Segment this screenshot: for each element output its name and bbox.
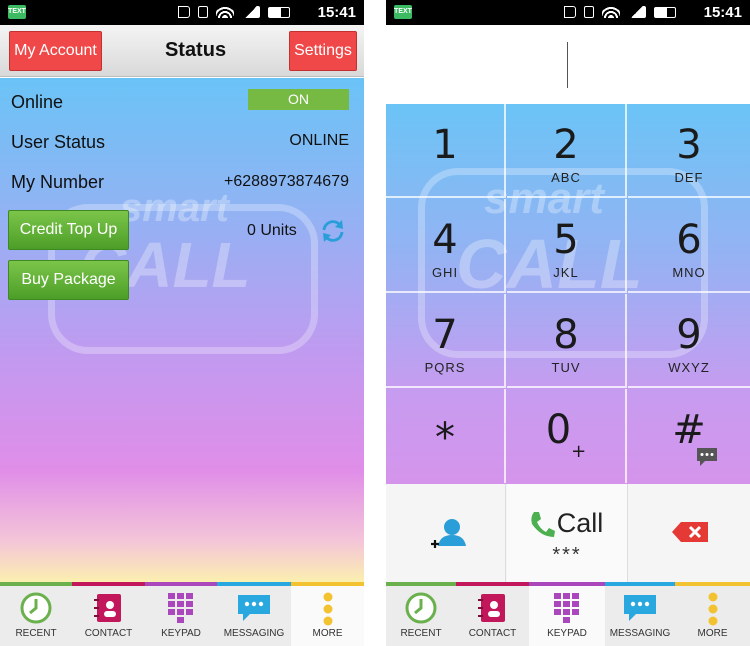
signal-icon (242, 6, 260, 18)
key-9[interactable]: 9 WXYZ (628, 294, 750, 388)
status-panel: smart CALL Online ON User Status ONLINE … (0, 78, 364, 582)
clock-icon (405, 592, 437, 624)
bottom-nav: RECENT CONTACT KEYPAD MESSAGING MORE (386, 582, 750, 646)
key-3[interactable]: 3 DEF (628, 104, 750, 198)
status-bar: TEXT 15:41 (386, 0, 750, 25)
more-dots-icon (323, 592, 332, 626)
key-8[interactable]: 8 TUV (507, 294, 627, 388)
contact-book-icon (93, 594, 121, 622)
call-button[interactable]: Call *** (507, 484, 628, 582)
text-cursor (567, 42, 568, 88)
key-0[interactable]: 0+ (507, 389, 627, 483)
chat-bubble-icon (238, 595, 270, 621)
online-toggle[interactable]: ON (248, 89, 349, 110)
nav-label: MESSAGING (223, 628, 285, 639)
nav-label: KEYPAD (161, 628, 201, 639)
bottom-nav: RECENT CONTACT KEYPAD MESSAGING MORE (0, 582, 364, 646)
wifi-icon (602, 6, 620, 18)
app-notification-icon: TEXT (394, 5, 412, 19)
units-balance: 0 Units (247, 222, 297, 239)
nav-messaging[interactable]: MESSAGING (217, 582, 291, 646)
mute-icon (178, 6, 190, 18)
nav-label: RECENT (15, 628, 57, 639)
page-title: Status (164, 39, 227, 61)
key-6[interactable]: 6 MNO (628, 199, 750, 293)
signal-icon (628, 6, 646, 18)
nav-keypad[interactable]: KEYPAD (145, 582, 217, 646)
account-status-screen: TEXT 15:41 My Account Status Settings sm… (0, 0, 364, 646)
clock-time: 15:41 (317, 4, 356, 21)
nav-more[interactable]: MORE (291, 582, 364, 646)
nav-label: MORE (697, 628, 728, 639)
top-bar: My Account Status Settings (0, 25, 364, 77)
voicemail-message-icon (697, 448, 717, 466)
mute-icon (564, 6, 576, 18)
nav-contact[interactable]: CONTACT (456, 582, 529, 646)
clock-icon (20, 592, 52, 624)
nav-recent[interactable]: RECENT (386, 582, 456, 646)
nav-messaging[interactable]: MESSAGING (605, 582, 675, 646)
key-5[interactable]: 5 JKL (507, 199, 627, 293)
dial-keypad: smart CALL 1 2 ABC 3 DEF 4 GHI 5 JKL 6 M… (386, 104, 750, 484)
add-contact-icon (431, 519, 466, 548)
sim-icon (198, 6, 208, 18)
backspace-button[interactable] (629, 484, 750, 582)
key-star[interactable]: * (386, 389, 506, 483)
nav-label: KEYPAD (547, 628, 587, 639)
my-number-label: My Number (11, 172, 105, 192)
clock-time: 15:41 (703, 4, 742, 21)
settings-button[interactable]: Settings (289, 31, 357, 71)
dial-action-row: Call *** (386, 484, 750, 582)
nav-keypad[interactable]: KEYPAD (529, 582, 605, 646)
key-hash[interactable]: # (628, 389, 750, 483)
wifi-icon (216, 6, 234, 18)
more-dots-icon (708, 592, 717, 626)
backspace-icon (672, 522, 708, 542)
online-label: Online (11, 92, 64, 112)
chat-bubble-icon (624, 595, 656, 621)
my-account-button[interactable]: My Account (9, 31, 102, 71)
battery-icon (268, 6, 290, 18)
nav-label: MORE (312, 628, 343, 639)
battery-icon (654, 6, 676, 18)
app-notification-icon: TEXT (8, 5, 26, 19)
user-status-value: ONLINE (289, 132, 349, 149)
nav-label: MESSAGING (609, 628, 671, 639)
key-2[interactable]: 2 ABC (507, 104, 627, 198)
key-4[interactable]: 4 GHI (386, 199, 506, 293)
nav-label: CONTACT (84, 628, 133, 639)
keypad-screen: TEXT 15:41 smart CALL 1 2 ABC 3 DEF 4 GH… (386, 0, 750, 646)
nav-label: CONTACT (468, 628, 517, 639)
contact-book-icon (477, 594, 505, 622)
nav-recent[interactable]: RECENT (0, 582, 72, 646)
keypad-grid-icon (554, 593, 579, 623)
user-status-label: User Status (11, 132, 106, 152)
key-7[interactable]: 7 PQRS (386, 294, 506, 388)
keypad-grid-icon (168, 593, 193, 623)
credit-top-up-button[interactable]: Credit Top Up (8, 210, 129, 250)
key-1[interactable]: 1 (386, 104, 506, 198)
refresh-icon[interactable] (320, 218, 346, 244)
dial-number-field[interactable] (386, 25, 750, 104)
my-number-value: +6288973874679 (223, 173, 349, 190)
nav-more[interactable]: MORE (675, 582, 750, 646)
buy-package-button[interactable]: Buy Package (8, 260, 129, 300)
watermark-text: smart (120, 186, 229, 230)
nav-label: RECENT (400, 628, 442, 639)
add-contact-button[interactable] (386, 484, 506, 582)
nav-contact[interactable]: CONTACT (72, 582, 145, 646)
sim-icon (584, 6, 594, 18)
status-bar: TEXT 15:41 (0, 0, 364, 25)
